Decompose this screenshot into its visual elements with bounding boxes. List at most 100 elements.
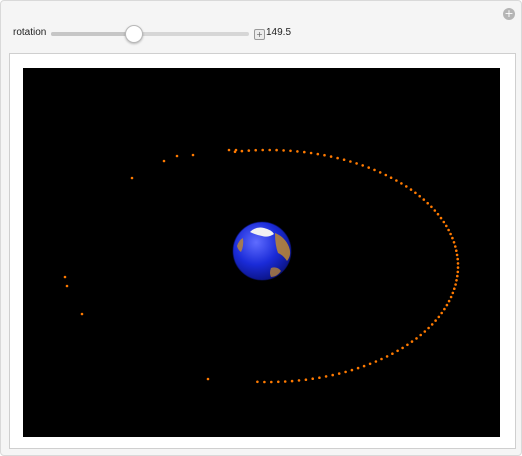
orbit-dot <box>445 303 449 307</box>
orbit-dot <box>456 274 459 278</box>
orbit-scene <box>63 148 460 384</box>
orbit-dot <box>455 279 458 282</box>
orbit-dot <box>296 150 299 153</box>
orbit-dot <box>304 378 308 382</box>
orbit-dot <box>451 291 455 295</box>
orbit-dot <box>410 340 414 343</box>
orbit-dot <box>362 364 366 368</box>
output-frame <box>9 53 516 449</box>
orbit-dot <box>430 323 434 326</box>
rotation-slider[interactable] <box>51 25 249 43</box>
orbit-dot <box>367 166 371 169</box>
orbit-dot <box>454 283 457 286</box>
orbit-dot <box>349 160 352 163</box>
orbit-dot <box>442 220 446 224</box>
expand-controls-icon[interactable]: + <box>254 29 265 40</box>
orbit-dot <box>456 262 460 265</box>
orbit-dot <box>297 379 301 382</box>
orbit-dot <box>277 380 280 384</box>
orbit-dot <box>391 352 394 356</box>
orbit-dot <box>455 249 458 252</box>
orbit-dot <box>130 176 134 180</box>
orbit-dot <box>65 284 69 288</box>
orbit-dot <box>263 380 266 384</box>
orbit-dot <box>283 380 287 383</box>
orbit-dot <box>406 343 409 347</box>
orbit-dot <box>422 198 426 201</box>
orbit-dot <box>282 149 285 152</box>
orbit-dot <box>234 148 238 152</box>
orbit-dot <box>63 275 67 279</box>
panel-options-icon[interactable]: + <box>503 8 515 20</box>
orbit-dot <box>373 168 376 172</box>
orbit-dot <box>385 355 389 358</box>
orbit-dot <box>275 148 278 152</box>
orbit-dot <box>380 357 383 361</box>
orbit-dot <box>434 319 437 322</box>
orbit-dot <box>447 299 451 303</box>
orbit-dot <box>316 152 320 156</box>
orbit-dot <box>401 346 404 350</box>
rotation-slider-thumb[interactable] <box>125 25 144 43</box>
orbit-dot <box>270 380 273 384</box>
orbit-dot <box>451 236 454 240</box>
orbit-dot <box>447 228 450 232</box>
orbit-dot <box>395 179 398 182</box>
orbit-dot <box>175 154 179 158</box>
rotation-value: 149.5 <box>266 27 292 38</box>
orbit-dot <box>368 362 372 366</box>
orbit-dot <box>445 224 448 228</box>
orbit-dot <box>303 150 306 154</box>
orbit-dot <box>455 253 459 257</box>
orbit-dot <box>361 164 365 167</box>
orbit-dot <box>355 162 358 165</box>
orbit-dot <box>409 188 413 191</box>
orbit-dot <box>311 377 315 381</box>
rotation-label: rotation <box>13 27 47 38</box>
orbit-dot <box>323 153 326 157</box>
orbit-dot <box>418 194 422 198</box>
orbit-dot <box>162 159 166 163</box>
orbit-dot <box>436 212 440 216</box>
orbit-dot <box>80 312 84 316</box>
orbit-dot <box>396 349 399 353</box>
orbit-dot <box>384 173 388 177</box>
orbit-dot <box>318 376 321 380</box>
orbit-dot <box>430 205 433 209</box>
orbit-dot <box>331 373 335 377</box>
orbit-dot <box>443 307 446 311</box>
3d-viewport[interactable] <box>23 68 500 437</box>
orbit-dot <box>449 232 452 236</box>
orbit-dot <box>400 182 403 185</box>
orbit-dot <box>247 149 251 152</box>
orbit-dot <box>389 176 393 179</box>
orbit-dot <box>453 287 456 290</box>
orbit-dot <box>374 360 378 363</box>
orbit-dot <box>452 241 456 244</box>
orbit-dot <box>449 295 453 299</box>
orbit-dot <box>268 148 271 152</box>
orbit-dot <box>290 379 294 383</box>
orbit-dot <box>427 326 430 330</box>
orbit-dot <box>254 148 257 152</box>
orbit-dot <box>256 380 259 384</box>
orbit-dot <box>456 266 460 269</box>
orbit-dot <box>439 216 443 220</box>
orbit-dot <box>324 375 328 378</box>
orbit-dot <box>356 366 360 370</box>
orbit-dot <box>454 245 457 248</box>
orbit-dot <box>405 185 408 188</box>
orbit-dot <box>191 153 195 157</box>
orbit-dot <box>206 377 210 381</box>
orbit-dot <box>329 155 333 158</box>
orbit-dot <box>415 337 418 340</box>
orbit-dot <box>419 333 423 337</box>
orbit-dot <box>456 257 460 261</box>
orbit-dot <box>289 149 292 153</box>
orbit-dot <box>423 330 427 333</box>
manipulate-panel: + rotation + 149.5 <box>0 0 522 456</box>
orbit-dot <box>456 270 460 274</box>
orbit-dot <box>440 311 444 315</box>
orbit-dot <box>227 148 231 152</box>
orbit-dot <box>414 191 417 195</box>
